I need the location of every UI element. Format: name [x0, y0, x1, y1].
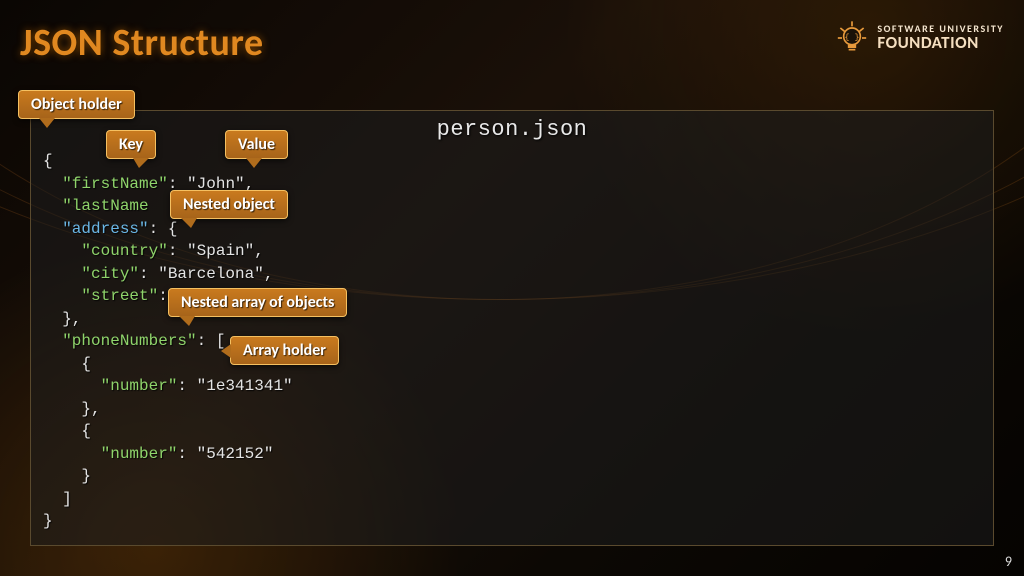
file-name: person.json	[31, 111, 993, 146]
slide-title: JSON Structure	[20, 20, 264, 66]
callout-array-holder: Array holder	[230, 336, 339, 365]
callout-nested-object: Nested object	[170, 190, 288, 219]
callout-object-holder: Object holder	[18, 90, 135, 119]
logo-line2: FOUNDATION	[877, 34, 1004, 52]
callout-key: Key	[106, 130, 156, 159]
svg-text:{ }: { }	[845, 33, 860, 43]
callout-value: Value	[225, 130, 288, 159]
callout-nested-array: Nested array of objects	[168, 288, 347, 317]
code-panel: person.json { "firstName": "John", "last…	[30, 110, 994, 546]
page-number: 9	[1005, 553, 1012, 570]
lightbulb-icon: { }	[835, 18, 869, 58]
brand-logo: { } SOFTWARE UNIVERSITY FOUNDATION	[835, 18, 1004, 58]
